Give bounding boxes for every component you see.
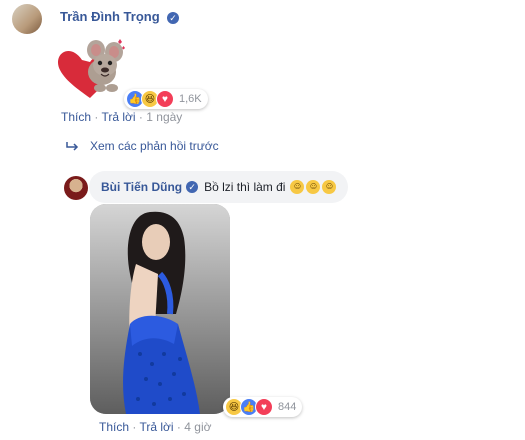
reply-button[interactable]: Trả lời xyxy=(101,110,135,124)
smile-emoji-icon: ☺ xyxy=(322,180,337,194)
woman-in-blue-dress-photo-icon xyxy=(90,204,230,414)
author-name[interactable]: Trần Đình Trọng xyxy=(60,9,160,24)
reply-button[interactable]: Trả lời xyxy=(139,420,173,434)
verified-badge-icon: ✓ xyxy=(167,11,180,24)
sticker xyxy=(52,32,132,104)
reaction-count: 844 xyxy=(278,401,297,413)
comment-actions: Thích · Trả lời · 1 ngày xyxy=(61,110,183,124)
timestamp[interactable]: 1 ngày xyxy=(146,110,182,124)
like-button[interactable]: Thích xyxy=(61,110,91,124)
comment-header: Trần Đình Trọng ✓ xyxy=(60,9,180,24)
reactions-summary[interactable]: 👍 😆 ♥ 1,6K xyxy=(124,89,208,109)
view-previous-replies[interactable]: Xem các phản hồi trước xyxy=(66,139,219,153)
love-icon: ♥ xyxy=(255,398,273,416)
smile-emoji-icon: ☺ xyxy=(306,180,321,194)
view-previous-label[interactable]: Xem các phản hồi trước xyxy=(90,139,219,153)
timestamp[interactable]: 4 giờ xyxy=(184,420,211,434)
comment-bubble: Bùi Tiến Dũng ✓ Bồ lzi thì làm đi ☺ ☺ ☺ xyxy=(89,171,349,203)
attached-photo[interactable] xyxy=(90,204,230,414)
verified-badge-icon: ✓ xyxy=(186,181,199,193)
avatar[interactable] xyxy=(12,4,42,34)
reactions-summary[interactable]: 😆 👍 ♥ 844 xyxy=(223,397,303,417)
avatar[interactable] xyxy=(64,176,88,200)
mouse-heart-sticker-icon xyxy=(58,39,125,98)
smile-emoji-icon: ☺ xyxy=(290,180,305,194)
comment-actions: Thích · Trả lời · 4 giờ xyxy=(99,420,212,434)
reaction-count: 1,6K xyxy=(179,93,202,105)
reply-arrow-icon xyxy=(66,142,79,151)
like-button[interactable]: Thích xyxy=(99,420,129,434)
love-icon: ♥ xyxy=(156,90,174,108)
author-name[interactable]: Bùi Tiến Dũng xyxy=(101,180,182,194)
comment-text: Bồ lzi thì làm đi xyxy=(204,180,286,194)
